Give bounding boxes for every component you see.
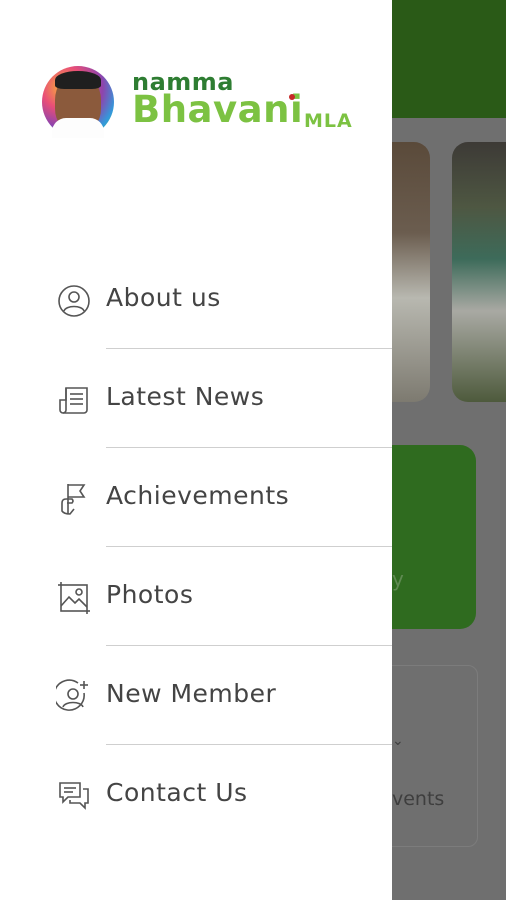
menu-item-latest-news[interactable]: Latest News xyxy=(0,349,392,448)
menu-item-photos[interactable]: Photos xyxy=(0,547,392,646)
background-photo-2 xyxy=(452,142,506,402)
newspaper-icon xyxy=(56,382,92,418)
menu-item-achievements[interactable]: Achievements xyxy=(0,448,392,547)
add-user-icon xyxy=(53,679,92,715)
menu-item-contact-us[interactable]: Contact Us xyxy=(0,745,392,844)
flag-hand-icon xyxy=(56,481,92,517)
mla-portrait-avatar xyxy=(42,66,114,138)
menu-item-label: Photos xyxy=(106,580,194,609)
photo-icon xyxy=(56,580,92,616)
logo-dot xyxy=(289,94,295,100)
logo-mla-text: MLA xyxy=(304,110,353,132)
menu-item-label: About us xyxy=(106,283,221,312)
background-card-text: y xyxy=(392,567,404,591)
menu-item-new-member[interactable]: New Member xyxy=(0,646,392,745)
background-events-text: vents xyxy=(392,788,445,810)
logo-bhavani-text: Bhavani xyxy=(132,88,304,131)
app-logo: namma Bhavani MLA xyxy=(42,64,372,144)
menu-item-label: Latest News xyxy=(106,382,265,411)
menu-item-about-us[interactable]: About us xyxy=(0,250,392,349)
user-circle-icon xyxy=(56,283,92,319)
menu-item-label: New Member xyxy=(106,679,277,708)
navigation-drawer: namma Bhavani MLA About us Latest News A… xyxy=(0,0,392,900)
chat-bubbles-icon xyxy=(56,778,92,814)
menu-item-label: Achievements xyxy=(106,481,290,510)
menu-item-label: Contact Us xyxy=(106,778,248,807)
background-small-mark: ⌄ xyxy=(392,733,404,749)
